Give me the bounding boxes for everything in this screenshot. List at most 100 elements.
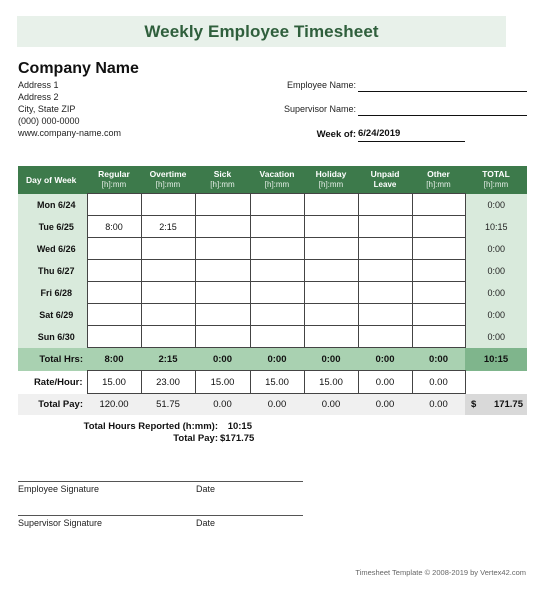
- hours-input-other[interactable]: [411, 303, 466, 326]
- hours-input-sick[interactable]: [194, 303, 251, 326]
- hours-input-regular[interactable]: 8:00: [86, 215, 142, 238]
- hours-input-sick[interactable]: [194, 259, 251, 282]
- col-header-unit: [h]:mm: [318, 180, 344, 189]
- hours-input-overtime[interactable]: 2:15: [140, 215, 196, 238]
- col-header-unit: [h]:mm: [101, 180, 127, 189]
- hours-input-overtime[interactable]: [140, 303, 196, 326]
- hours-input-unpaid[interactable]: [357, 193, 413, 216]
- hours-input-other[interactable]: [411, 259, 466, 282]
- rate-regular-input[interactable]: 15.00: [86, 370, 142, 394]
- col-header-label: Unpaid: [370, 169, 400, 179]
- hours-input-holiday[interactable]: [303, 259, 359, 282]
- hours-input-regular[interactable]: [86, 237, 142, 260]
- rate-vacation-input[interactable]: 15.00: [249, 370, 305, 394]
- hours-input-regular[interactable]: [86, 325, 142, 348]
- table-row: Wed 6/26 0:00: [18, 237, 527, 260]
- employee-name-label: Employee Name:: [286, 80, 356, 90]
- day-total: 0:00: [465, 303, 527, 326]
- hours-input-holiday[interactable]: [303, 193, 359, 216]
- hours-input-vacation[interactable]: [249, 237, 305, 260]
- table-row: Tue 6/25 8:00 2:15 10:15: [18, 215, 527, 238]
- supervisor-signature-line[interactable]: [18, 515, 303, 516]
- rate-per-hour-row: Rate/Hour: 15.00 23.00 15.00 15.00 15.00…: [18, 370, 527, 394]
- address-line-2: Address 2: [18, 92, 59, 102]
- col-header-unit: [h]:mm: [264, 180, 290, 189]
- week-of-label: Week of:: [316, 129, 356, 140]
- hours-input-overtime[interactable]: [140, 259, 196, 282]
- rate-blank-cell: [465, 370, 527, 394]
- rate-sick-input[interactable]: 15.00: [194, 370, 251, 394]
- timesheet-table: Day of Week Regular [h]:mm Overtime [h]:mm…: [18, 166, 527, 415]
- hours-input-vacation[interactable]: [249, 215, 305, 238]
- day-label: Sat 6/29: [18, 303, 87, 326]
- hours-input-holiday[interactable]: [303, 215, 359, 238]
- col-header-label: Regular: [98, 169, 130, 179]
- table-row: Mon 6/24 0:00: [18, 193, 527, 216]
- hours-input-vacation[interactable]: [249, 281, 305, 304]
- hours-input-regular[interactable]: [86, 259, 142, 282]
- hours-input-holiday[interactable]: [303, 281, 359, 304]
- footer-copyright: Timesheet Template © 2008-2019 by Vertex…: [355, 568, 526, 577]
- total-hours-label: Total Hrs:: [18, 347, 87, 371]
- hours-input-holiday[interactable]: [303, 325, 359, 348]
- hours-input-overtime[interactable]: [140, 325, 196, 348]
- hours-input-overtime[interactable]: [140, 281, 196, 304]
- hours-input-sick[interactable]: [194, 281, 251, 304]
- hours-input-unpaid[interactable]: [357, 215, 413, 238]
- hours-input-overtime[interactable]: [140, 193, 196, 216]
- hours-input-other[interactable]: [411, 325, 466, 348]
- hours-input-other[interactable]: [411, 193, 466, 216]
- hours-input-sick[interactable]: [194, 215, 251, 238]
- hours-input-vacation[interactable]: [249, 325, 305, 348]
- total-hours-overtime: 2:15: [141, 347, 195, 371]
- hours-input-vacation[interactable]: [249, 259, 305, 282]
- day-label: Tue 6/25: [18, 215, 87, 238]
- col-header-sick: Sick [h]:mm: [195, 166, 250, 194]
- pay-sick: 0.00: [195, 393, 250, 415]
- employee-signature-line[interactable]: [18, 481, 303, 482]
- hours-input-sick[interactable]: [194, 237, 251, 260]
- hours-input-vacation[interactable]: [249, 303, 305, 326]
- hours-input-regular[interactable]: [86, 281, 142, 304]
- total-pay-label: Total Pay:: [18, 393, 87, 415]
- rate-overtime-input[interactable]: 23.00: [140, 370, 196, 394]
- col-header-holiday: Holiday [h]:mm: [304, 166, 358, 194]
- hours-input-regular[interactable]: [86, 303, 142, 326]
- col-header-regular: Regular [h]:mm: [87, 166, 141, 194]
- employee-name-field[interactable]: [358, 78, 527, 92]
- hours-input-unpaid[interactable]: [357, 325, 413, 348]
- rate-other-input[interactable]: 0.00: [411, 370, 466, 394]
- pay-vacation: 0.00: [250, 393, 304, 415]
- table-header-row: Day of Week Regular [h]:mm Overtime [h]:mm…: [18, 166, 527, 194]
- day-label: Fri 6/28: [18, 281, 87, 304]
- col-header-overtime: Overtime [h]:mm: [141, 166, 195, 194]
- pay-overtime: 51.75: [141, 393, 195, 415]
- hours-input-other[interactable]: [411, 215, 466, 238]
- week-of-field[interactable]: 6/24/2019: [358, 128, 465, 142]
- total-hours-row: Total Hrs: 8:00 2:15 0:00 0:00 0:00 0:00…: [18, 347, 527, 371]
- hours-input-unpaid[interactable]: [357, 303, 413, 326]
- rate-unpaid-input[interactable]: 0.00: [357, 370, 413, 394]
- hours-input-other[interactable]: [411, 281, 466, 304]
- hours-input-unpaid[interactable]: [357, 281, 413, 304]
- pay-other: 0.00: [412, 393, 465, 415]
- total-hours-sick: 0:00: [195, 347, 250, 371]
- hours-input-overtime[interactable]: [140, 237, 196, 260]
- hours-input-holiday[interactable]: [303, 303, 359, 326]
- hours-input-vacation[interactable]: [249, 193, 305, 216]
- total-hours-reported-value: 10:15: [227, 421, 252, 432]
- rate-holiday-input[interactable]: 15.00: [303, 370, 359, 394]
- supervisor-name-field[interactable]: [358, 102, 527, 116]
- hours-input-unpaid[interactable]: [357, 259, 413, 282]
- hours-input-other[interactable]: [411, 237, 466, 260]
- hours-input-holiday[interactable]: [303, 237, 359, 260]
- col-header-day: Day of Week: [18, 166, 87, 194]
- hours-input-regular[interactable]: [86, 193, 142, 216]
- total-hours-holiday: 0:00: [304, 347, 358, 371]
- hours-input-unpaid[interactable]: [357, 237, 413, 260]
- table-row: Thu 6/27 0:00: [18, 259, 527, 282]
- table-row: Sun 6/30 0:00: [18, 325, 527, 348]
- hours-input-sick[interactable]: [194, 193, 251, 216]
- hours-input-sick[interactable]: [194, 325, 251, 348]
- table-row: Sat 6/29 0:00: [18, 303, 527, 326]
